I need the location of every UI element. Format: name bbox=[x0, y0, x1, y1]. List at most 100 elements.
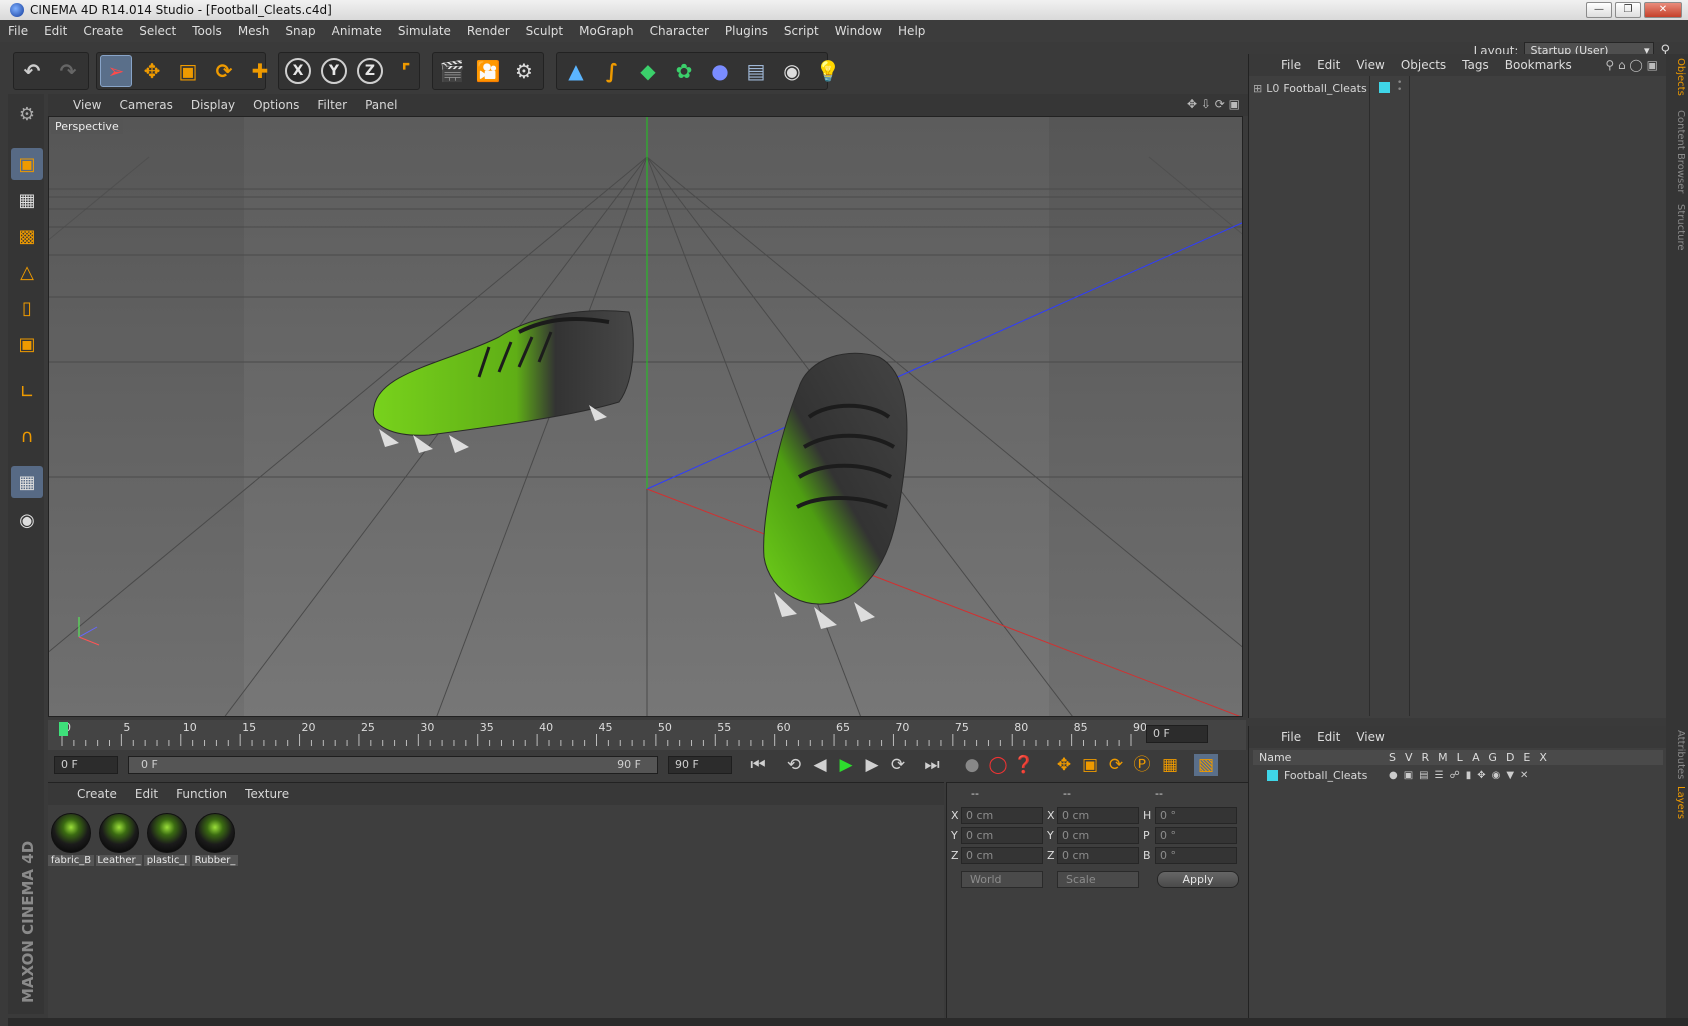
key-pla-icon[interactable]: ▦ bbox=[1158, 754, 1182, 776]
layer-row[interactable]: Football_Cleats ●▣▤☰☍▮✥◉▼✕ bbox=[1253, 767, 1663, 783]
snap-icon[interactable]: ▦ bbox=[11, 466, 43, 498]
start-frame-field[interactable]: 0 F bbox=[54, 756, 118, 774]
menu-script[interactable]: Script bbox=[776, 20, 827, 42]
tab-attributes[interactable]: Attributes bbox=[1668, 730, 1686, 779]
viewport-menu-cameras[interactable]: Cameras bbox=[110, 98, 181, 112]
objects-menu-edit[interactable]: Edit bbox=[1309, 58, 1348, 72]
current-frame-field[interactable]: 0 F bbox=[1146, 725, 1208, 743]
locked-workplane-icon[interactable]: ◉ bbox=[11, 504, 43, 536]
layer-color-icon[interactable] bbox=[1379, 82, 1390, 93]
model-mode-icon[interactable]: ▣ bbox=[11, 148, 43, 180]
objects-menu-file[interactable]: File bbox=[1273, 58, 1309, 72]
spline-icon[interactable]: ∫ bbox=[596, 55, 628, 87]
tab-content-browser[interactable]: Content Browser bbox=[1668, 110, 1686, 193]
visibility-dots-icon[interactable]: • • bbox=[1397, 79, 1402, 95]
menu-render[interactable]: Render bbox=[459, 20, 518, 42]
menu-edit[interactable]: Edit bbox=[36, 20, 75, 42]
key-position-icon[interactable]: ✥ bbox=[1052, 754, 1076, 776]
key-rotation-icon[interactable]: ⟳ bbox=[1104, 754, 1128, 776]
next-frame-icon[interactable]: ▶ bbox=[860, 754, 884, 776]
apply-button[interactable]: Apply bbox=[1157, 871, 1239, 888]
keyframe-selection-icon[interactable]: ❓ bbox=[1012, 754, 1036, 776]
menu-simulate[interactable]: Simulate bbox=[390, 20, 459, 42]
restore-button[interactable]: ❐ bbox=[1615, 2, 1641, 18]
light-icon[interactable]: 💡 bbox=[812, 55, 844, 87]
material-swatch[interactable]: plastic_l bbox=[144, 811, 190, 867]
size-x-field[interactable]: 0 cm bbox=[1057, 807, 1139, 824]
render-view-icon[interactable]: 🎬 bbox=[436, 55, 468, 87]
minimize-button[interactable]: — bbox=[1586, 2, 1612, 18]
key-parameter-icon[interactable]: Ⓟ bbox=[1130, 754, 1154, 776]
size-z-field[interactable]: 0 cm bbox=[1057, 847, 1139, 864]
tab-objects[interactable]: Objects bbox=[1668, 58, 1686, 96]
points-mode-icon[interactable]: △ bbox=[11, 256, 43, 288]
position-z-field[interactable]: 0 cm bbox=[961, 847, 1043, 864]
material-menu-edit[interactable]: Edit bbox=[126, 787, 167, 801]
material-swatch[interactable]: Leather_ bbox=[96, 811, 142, 867]
deformer-icon[interactable]: ● bbox=[704, 55, 736, 87]
tab-layers[interactable]: Layers bbox=[1668, 786, 1686, 819]
layers-menu-file[interactable]: File bbox=[1273, 730, 1309, 744]
layers-menu-view[interactable]: View bbox=[1348, 730, 1392, 744]
size-mode-select[interactable]: Scale bbox=[1057, 871, 1139, 888]
perspective-viewport[interactable]: Perspective bbox=[48, 116, 1243, 717]
autokeying-icon[interactable]: ◯ bbox=[986, 754, 1010, 776]
objects-menu-objects[interactable]: Objects bbox=[1393, 58, 1454, 72]
render-settings-icon[interactable]: ⚙ bbox=[508, 55, 540, 87]
floor-icon[interactable]: ▤ bbox=[740, 55, 772, 87]
play-forward-icon[interactable]: ▶ bbox=[834, 754, 858, 776]
record-keys-icon[interactable]: ● bbox=[960, 754, 984, 776]
objects-menu-bookmarks[interactable]: Bookmarks bbox=[1497, 58, 1580, 72]
menu-character[interactable]: Character bbox=[642, 20, 717, 42]
menu-snap[interactable]: Snap bbox=[277, 20, 323, 42]
viewport-menu-options[interactable]: Options bbox=[244, 98, 308, 112]
position-y-field[interactable]: 0 cm bbox=[961, 827, 1043, 844]
menu-tools[interactable]: Tools bbox=[184, 20, 230, 42]
redo-icon[interactable]: ↷ bbox=[52, 55, 84, 87]
layer-toggle-icons[interactable]: ●▣▤☰☍▮✥◉▼✕ bbox=[1389, 770, 1534, 781]
edges-mode-icon[interactable]: ▯ bbox=[11, 292, 43, 324]
camera-icon[interactable]: ◉ bbox=[776, 55, 808, 87]
frame-range-slider[interactable]: 0 F 90 F bbox=[128, 756, 658, 774]
magnet-icon[interactable]: ∩ bbox=[11, 420, 43, 452]
coordinate-mode-select[interactable]: World bbox=[961, 871, 1043, 888]
menu-help[interactable]: Help bbox=[890, 20, 933, 42]
material-menu-texture[interactable]: Texture bbox=[236, 787, 298, 801]
material-swatch[interactable]: fabric_B bbox=[48, 811, 94, 867]
make-editable-icon[interactable]: ⚙ bbox=[11, 98, 43, 130]
nurbs-icon[interactable]: ◆ bbox=[632, 55, 664, 87]
rotation-h-field[interactable]: 0 ° bbox=[1155, 807, 1237, 824]
texture-mode-icon[interactable]: ▦ bbox=[11, 184, 43, 216]
objects-menu-tags[interactable]: Tags bbox=[1454, 58, 1497, 72]
timeline-window-icon[interactable]: ▧ bbox=[1194, 754, 1218, 776]
material-menu-function[interactable]: Function bbox=[167, 787, 236, 801]
previous-key-icon[interactable]: ⟲ bbox=[782, 754, 806, 776]
menu-select[interactable]: Select bbox=[131, 20, 184, 42]
workplane-mode-icon[interactable]: ▩ bbox=[11, 220, 43, 252]
x-axis-icon[interactable]: X bbox=[282, 55, 314, 87]
end-frame-field[interactable]: 90 F bbox=[668, 756, 732, 774]
menu-sculpt[interactable]: Sculpt bbox=[518, 20, 571, 42]
render-picture-viewer-icon[interactable]: 🎦 bbox=[472, 55, 504, 87]
rotation-b-field[interactable]: 0 ° bbox=[1155, 847, 1237, 864]
viewport-menu-panel[interactable]: Panel bbox=[356, 98, 406, 112]
cube-icon[interactable]: ▲ bbox=[560, 55, 592, 87]
menu-window[interactable]: Window bbox=[827, 20, 890, 42]
rotation-p-field[interactable]: 0 ° bbox=[1155, 827, 1237, 844]
timeline-ruler[interactable]: 051015202530354045505560657075808590 0 F bbox=[48, 720, 1246, 750]
objects-menu-view[interactable]: View bbox=[1348, 58, 1392, 72]
coordinate-system-icon[interactable]: ⌜ bbox=[390, 55, 422, 87]
undo-icon[interactable]: ↶ bbox=[16, 55, 48, 87]
viewport-menu-filter[interactable]: Filter bbox=[308, 98, 356, 112]
move-icon[interactable]: ✥ bbox=[136, 55, 168, 87]
layers-menu-edit[interactable]: Edit bbox=[1309, 730, 1348, 744]
z-axis-icon[interactable]: Z bbox=[354, 55, 386, 87]
axis-mode-icon[interactable]: ∟ bbox=[11, 376, 43, 408]
menu-animate[interactable]: Animate bbox=[324, 20, 390, 42]
object-manager-nav-icons[interactable]: ⚲ ⌂ ◯ ▣ bbox=[1597, 58, 1666, 72]
close-button[interactable]: ✕ bbox=[1644, 2, 1682, 18]
add-object-icon[interactable]: ✚ bbox=[244, 55, 276, 87]
size-y-field[interactable]: 0 cm bbox=[1057, 827, 1139, 844]
menu-plugins[interactable]: Plugins bbox=[717, 20, 776, 42]
viewport-menu-display[interactable]: Display bbox=[182, 98, 244, 112]
